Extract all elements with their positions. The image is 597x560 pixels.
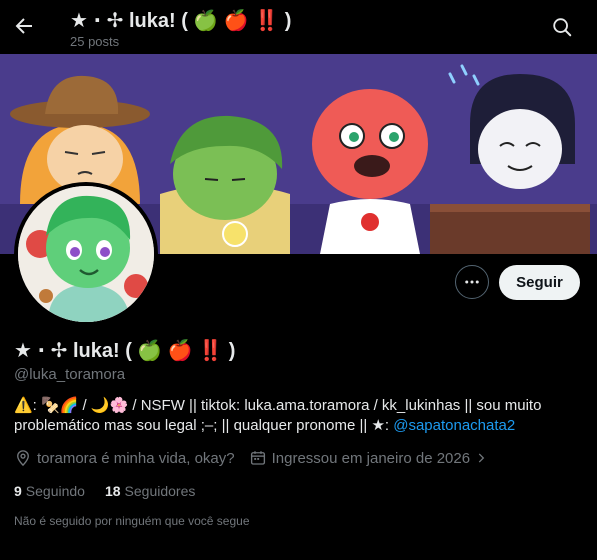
following-count: 9 bbox=[14, 483, 22, 499]
avatar[interactable] bbox=[14, 182, 158, 326]
chevron-right-icon bbox=[478, 453, 485, 463]
profile-location: toramora é minha vida, okay? bbox=[14, 449, 235, 467]
profile-meta: toramora é minha vida, okay? Ingressou e… bbox=[14, 449, 507, 467]
bio-mention-link[interactable]: @sapatonachata2 bbox=[393, 417, 515, 434]
location-text: toramora é minha vida, okay? bbox=[37, 449, 235, 467]
followers-label: Seguidores bbox=[124, 483, 196, 499]
following-link[interactable]: 9 Seguindo bbox=[14, 483, 85, 499]
profile-bio: ⚠️: 🍢🌈 / 🌙🌸 / NSFW || tiktok: luka.ama.t… bbox=[14, 396, 584, 436]
joined-text: Ingressou em janeiro de 2026 bbox=[271, 449, 471, 467]
search-icon bbox=[553, 18, 572, 37]
follow-button[interactable]: Seguir bbox=[499, 265, 580, 300]
profile-joined[interactable]: Ingressou em janeiro de 2026 bbox=[249, 449, 493, 467]
location-pin-icon bbox=[17, 450, 29, 467]
mutual-followers-note: Não é seguido por ninguém que você segue bbox=[14, 514, 250, 528]
calendar-icon bbox=[250, 451, 265, 465]
back-button[interactable] bbox=[12, 14, 36, 38]
posts-count: 25 posts bbox=[70, 34, 120, 49]
following-label: Seguindo bbox=[25, 483, 85, 499]
profile-handle: @luka_toramora bbox=[14, 366, 126, 383]
more-dots-icon bbox=[465, 280, 479, 284]
top-bar: ★ ⋅ ✢ luka! ( 🍏 🍎 ‼️ ) 25 posts bbox=[0, 0, 597, 54]
search-button[interactable] bbox=[551, 16, 573, 38]
follow-counts: 9 Seguindo 18 Seguidores bbox=[14, 483, 215, 499]
header-title: ★ ⋅ ✢ luka! ( 🍏 🍎 ‼️ ) bbox=[70, 10, 292, 32]
profile-display-name: ★ ⋅ ✢ luka! ( 🍏 🍎 ‼️ ) bbox=[14, 340, 236, 362]
avatar-illustration bbox=[18, 186, 154, 322]
followers-link[interactable]: 18 Seguidores bbox=[105, 483, 195, 499]
more-options-button[interactable] bbox=[455, 265, 489, 299]
back-arrow-icon bbox=[15, 18, 32, 34]
followers-count: 18 bbox=[104, 483, 121, 499]
